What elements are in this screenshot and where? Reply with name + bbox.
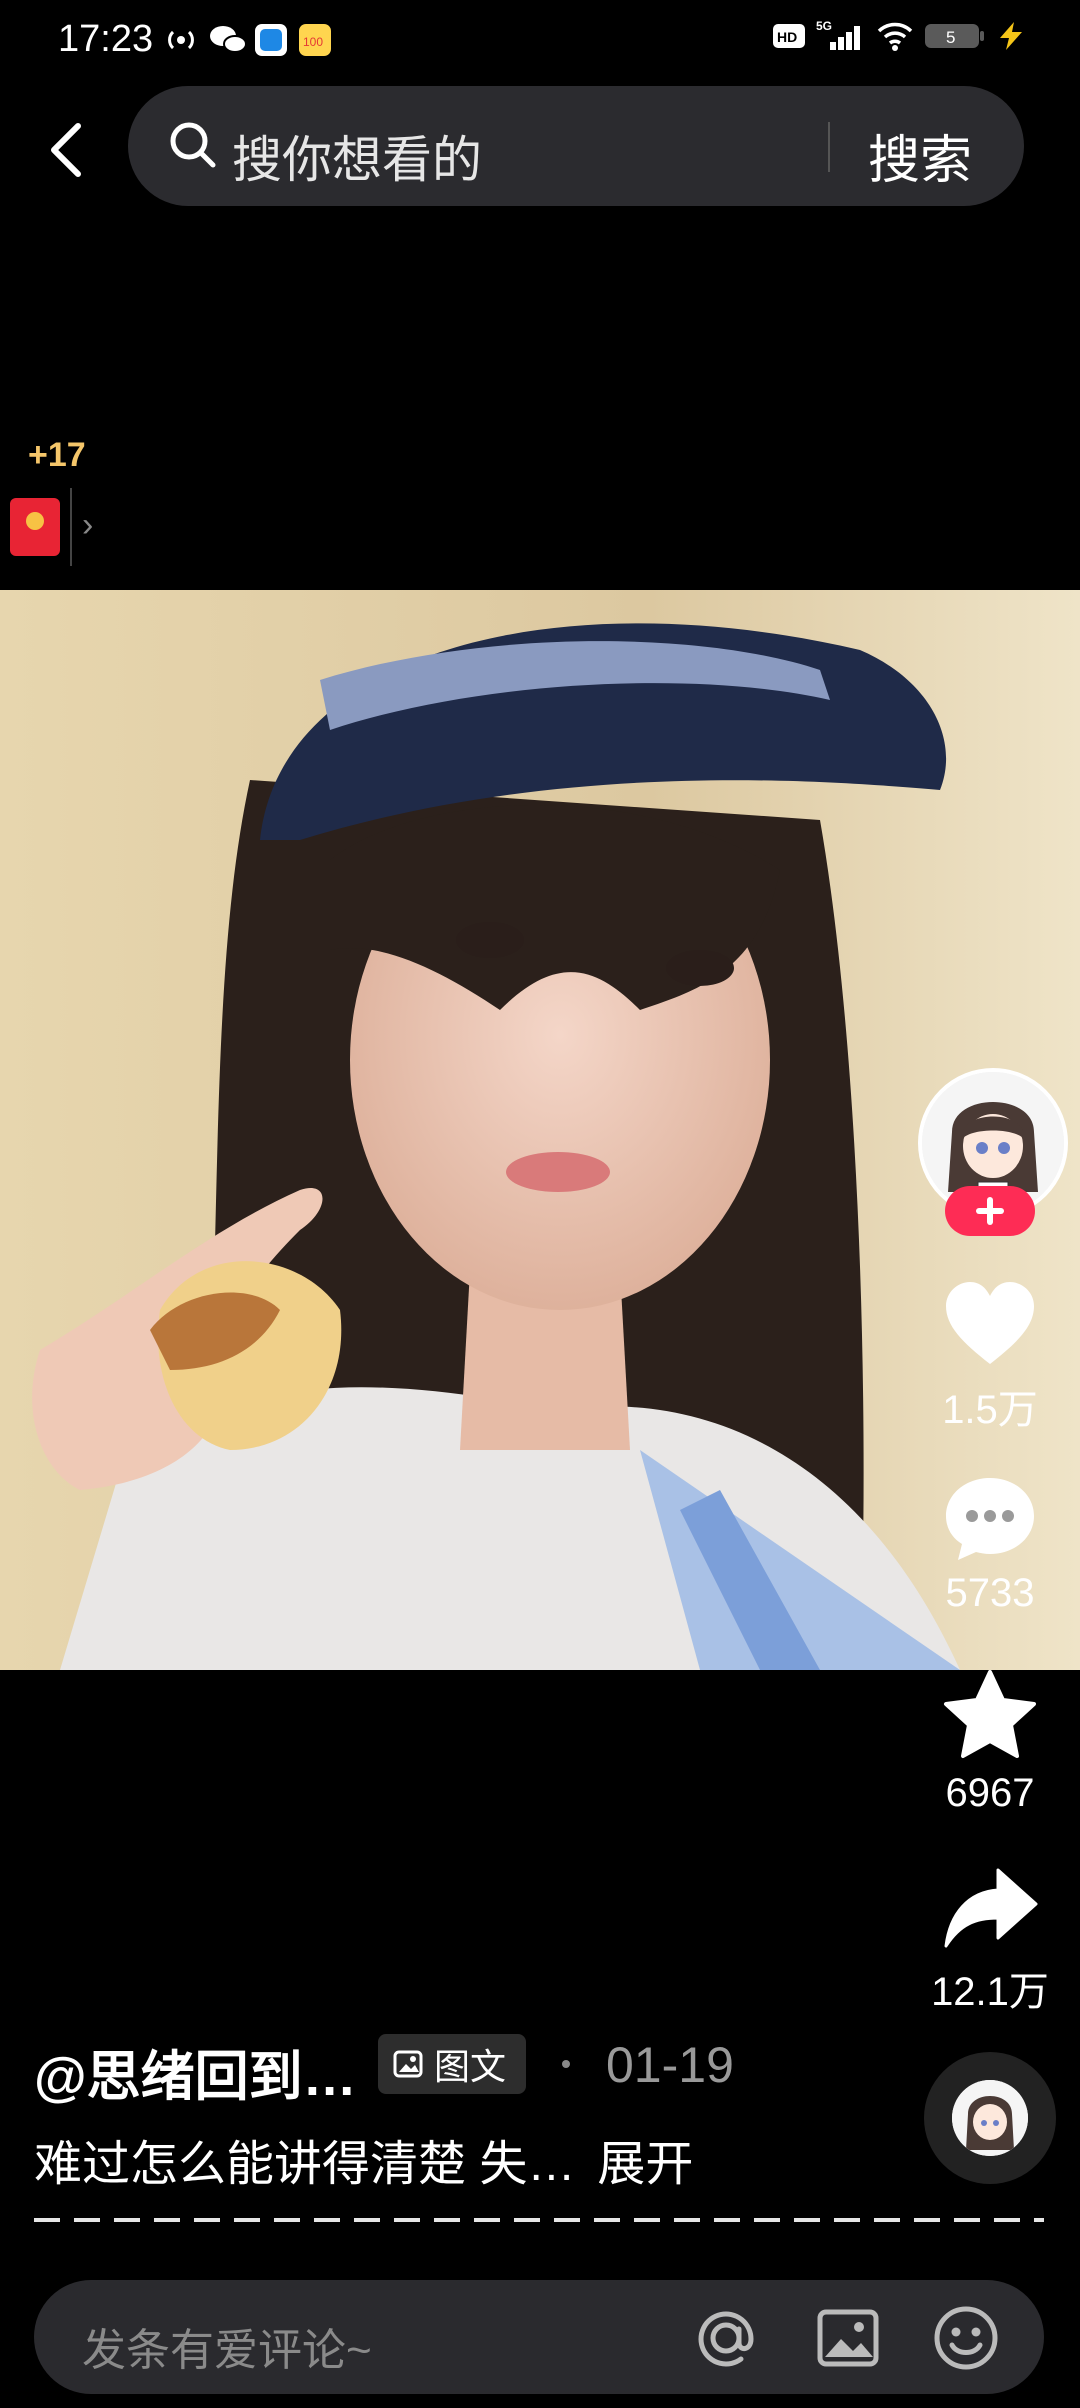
- music-disc-cover: [952, 2080, 1028, 2156]
- status-bar: 17:23 100 HD 5G 5: [0, 0, 1080, 84]
- bonus-count: +17: [28, 436, 86, 474]
- favorite-count: 6967: [945, 1771, 1035, 1815]
- svg-text:5G: 5G: [816, 19, 832, 33]
- post-caption[interactable]: 难过怎么能讲得清楚 失… 展开: [34, 2124, 693, 2194]
- at-icon: [698, 2311, 754, 2367]
- plus-icon: [976, 1197, 1004, 1225]
- post-date: 01-19: [606, 2037, 734, 2093]
- signal-5g-icon: 5G: [816, 19, 860, 50]
- back-button[interactable]: [34, 110, 98, 190]
- comment-input[interactable]: 发条有爱评论~: [82, 2314, 372, 2378]
- share-arrow-icon: [944, 1868, 1038, 1948]
- music-disc[interactable]: [924, 2052, 1056, 2184]
- like-action[interactable]: 1.5万: [920, 1280, 1060, 1435]
- envelope-divider: [70, 488, 72, 566]
- star-icon: [944, 1670, 1036, 1758]
- status-time: 17:23: [58, 18, 154, 60]
- image-picker-button[interactable]: [814, 2304, 882, 2372]
- comment-action[interactable]: 5733: [920, 1474, 1060, 1616]
- search-divider: [828, 122, 830, 172]
- charging-icon: [1000, 22, 1022, 50]
- comment-icon: [946, 1478, 1034, 1560]
- comment-input-bar[interactable]: 发条有爱评论~: [34, 2280, 1044, 2394]
- svg-text:100: 100: [303, 35, 323, 49]
- like-count: 1.5万: [942, 1388, 1038, 1432]
- wechat-icon: [210, 26, 247, 53]
- image-icon: [817, 2309, 879, 2367]
- app-notification-icon: [255, 24, 287, 56]
- search-button[interactable]: 搜索: [868, 118, 972, 193]
- svg-text:5: 5: [946, 28, 955, 47]
- emoji-icon: [934, 2306, 998, 2370]
- search-bar[interactable]: 搜你想看的 搜索: [128, 86, 1024, 206]
- chevron-right-icon[interactable]: ›: [82, 506, 93, 545]
- share-action[interactable]: 12.1万: [920, 1866, 1060, 2017]
- image-progress-indicator: [34, 2218, 1044, 2222]
- post-type-label: 图文: [434, 2046, 507, 2087]
- expand-button[interactable]: 展开: [597, 2138, 693, 2191]
- author-name[interactable]: @思绪回到…: [34, 2032, 357, 2111]
- follow-button[interactable]: [945, 1186, 1035, 1236]
- battery-icon: 5: [925, 24, 984, 48]
- emoji-button[interactable]: [932, 2304, 1000, 2372]
- hd-icon: HD: [773, 24, 805, 48]
- search-icon: [170, 122, 216, 168]
- mention-button[interactable]: [692, 2304, 760, 2372]
- caption-text: 难过怎么能讲得清楚 失…: [34, 2138, 576, 2191]
- separator-dot: [562, 2060, 570, 2068]
- image-text-icon: [393, 2050, 423, 2078]
- svg-text:HD: HD: [777, 29, 797, 45]
- favorite-action[interactable]: 6967: [920, 1670, 1060, 1816]
- search-input[interactable]: 搜你想看的: [232, 120, 482, 192]
- share-count: 12.1万: [931, 1970, 1049, 2014]
- chevron-left-icon: [51, 123, 81, 177]
- hotspot-icon: [168, 30, 194, 50]
- comment-count: 5733: [945, 1571, 1035, 1615]
- wifi-icon: [877, 22, 913, 51]
- post-type-tag: 图文: [378, 2034, 526, 2094]
- heart-icon: [946, 1282, 1034, 1364]
- app-notification-icon-2: 100: [299, 24, 331, 56]
- red-envelope-icon[interactable]: [10, 498, 60, 556]
